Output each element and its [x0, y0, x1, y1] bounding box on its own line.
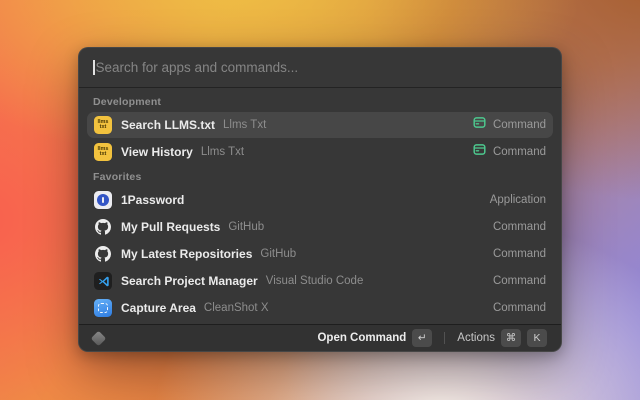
- command-key-icon: ⌘: [501, 329, 521, 347]
- section-header-development: Development: [93, 96, 547, 108]
- item-type-label: Command: [493, 275, 546, 287]
- item-type-label: Command: [493, 248, 546, 260]
- footer-bar: Open Command ↵ Actions ⌘ K: [79, 324, 561, 351]
- item-subtitle: GitHub: [260, 248, 296, 260]
- list-item[interactable]: My Pull Requests GitHub Command: [87, 214, 553, 240]
- item-type-label: Command: [493, 119, 546, 131]
- return-key-icon: ↵: [412, 329, 432, 347]
- item-type-label: Application: [490, 194, 546, 206]
- footer-divider: [444, 332, 445, 344]
- item-title: View History: [121, 145, 193, 159]
- item-title: Search LLMS.txt: [121, 118, 215, 132]
- section-header-favorites: Favorites: [93, 171, 547, 183]
- actions-label: Actions: [457, 332, 495, 344]
- github-icon: [94, 245, 112, 263]
- item-title: 1Password: [121, 193, 184, 207]
- item-type-label: Command: [493, 146, 546, 158]
- search-bar[interactable]: [79, 48, 561, 88]
- llms-txt-icon: llmstxt: [94, 143, 112, 161]
- raycast-logo-icon[interactable]: [91, 330, 107, 346]
- item-title: My Latest Repositories: [121, 247, 252, 261]
- item-subtitle: Llms Txt: [201, 146, 244, 158]
- vscode-icon: [94, 272, 112, 290]
- list-item[interactable]: Search Project Manager Visual Studio Code…: [87, 268, 553, 294]
- list-item[interactable]: Capture Area CleanShot X Command: [87, 295, 553, 321]
- actions-button[interactable]: Actions ⌘ K: [453, 327, 551, 349]
- item-title: Capture Area: [121, 301, 196, 315]
- open-command-button[interactable]: Open Command ↵: [313, 327, 436, 349]
- 1password-icon: [94, 191, 112, 209]
- list-item[interactable]: My Latest Repositories GitHub Command: [87, 241, 553, 267]
- cleanshot-icon: [94, 299, 112, 317]
- item-subtitle: Visual Studio Code: [266, 275, 364, 287]
- list-item[interactable]: llmstxt View History Llms Txt Command: [87, 139, 553, 165]
- github-icon: [94, 218, 112, 236]
- item-type-label: Command: [493, 221, 546, 233]
- command-window-icon: [473, 143, 486, 161]
- command-window-icon: [473, 116, 486, 134]
- k-key-icon: K: [527, 329, 547, 347]
- list-item[interactable]: 1Password Application: [87, 187, 553, 213]
- item-subtitle: CleanShot X: [204, 302, 269, 314]
- item-subtitle: GitHub: [228, 221, 264, 233]
- results-list: Development llmstxt Search LLMS.txt Llms Tx…: [79, 88, 561, 324]
- item-type-label: Command: [493, 302, 546, 314]
- text-caret: [93, 60, 95, 75]
- launcher-window: Development llmstxt Search LLMS.txt Llms Tx…: [78, 47, 562, 352]
- open-command-label: Open Command: [317, 332, 406, 344]
- item-title: My Pull Requests: [121, 220, 220, 234]
- llms-txt-icon: llmstxt: [94, 116, 112, 134]
- item-title: Search Project Manager: [121, 274, 258, 288]
- list-item[interactable]: llmstxt Search LLMS.txt Llms Txt Command: [87, 112, 553, 138]
- search-input[interactable]: [96, 60, 548, 75]
- item-subtitle: Llms Txt: [223, 119, 266, 131]
